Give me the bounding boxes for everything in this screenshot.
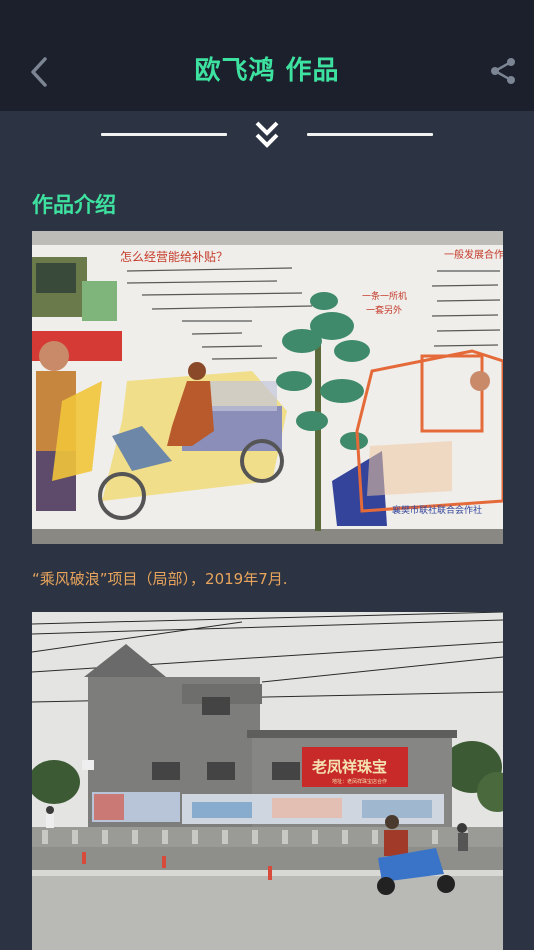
artwork-image-building[interactable]: 老凤祥珠宝 地址：老凤祥珠宝店合作 (32, 612, 503, 950)
building-photo: 老凤祥珠宝 地址：老凤祥珠宝店合作 (32, 612, 503, 950)
mural-stamp-line2: 一套另外 (366, 304, 402, 316)
mural-stamp-line1: 一条一所机 (362, 290, 407, 302)
page-title: 欧飞鸿 作品 (194, 56, 340, 86)
mural-painting: 怎么经营能给补贴？ 一般发展合作 一条一所机 一套另外 襄樊市联社联合会作社 (32, 231, 503, 544)
artwork-caption: “乘风破浪”项目（局部），2019年7月. (32, 570, 288, 588)
mural-bottom-sign: 襄樊市联社联合会作社 (392, 504, 482, 516)
shop-sign-subtext: 地址：老凤祥珠宝店合作 (332, 778, 387, 785)
collapse-divider (0, 118, 534, 152)
top-app-bar: 欧飞鸿 作品 (0, 0, 534, 111)
double-chevron-down-icon (255, 121, 279, 148)
section-title: 作品介绍 (32, 193, 116, 217)
mural-headline-text: 怎么经营能给补贴？ (120, 249, 228, 264)
divider-line-left (101, 133, 227, 136)
share-button[interactable] (486, 54, 520, 88)
artwork-image-mural[interactable]: 怎么经营能给补贴？ 一般发展合作 一条一所机 一套另外 襄樊市联社联合会作社 (32, 231, 503, 544)
share-icon (491, 58, 515, 84)
shop-sign-text: 老凤祥珠宝 (311, 758, 387, 776)
collapse-button[interactable] (252, 120, 282, 150)
divider-line-right (307, 133, 433, 136)
mural-right-heading-text: 一般发展合作 (444, 248, 503, 261)
